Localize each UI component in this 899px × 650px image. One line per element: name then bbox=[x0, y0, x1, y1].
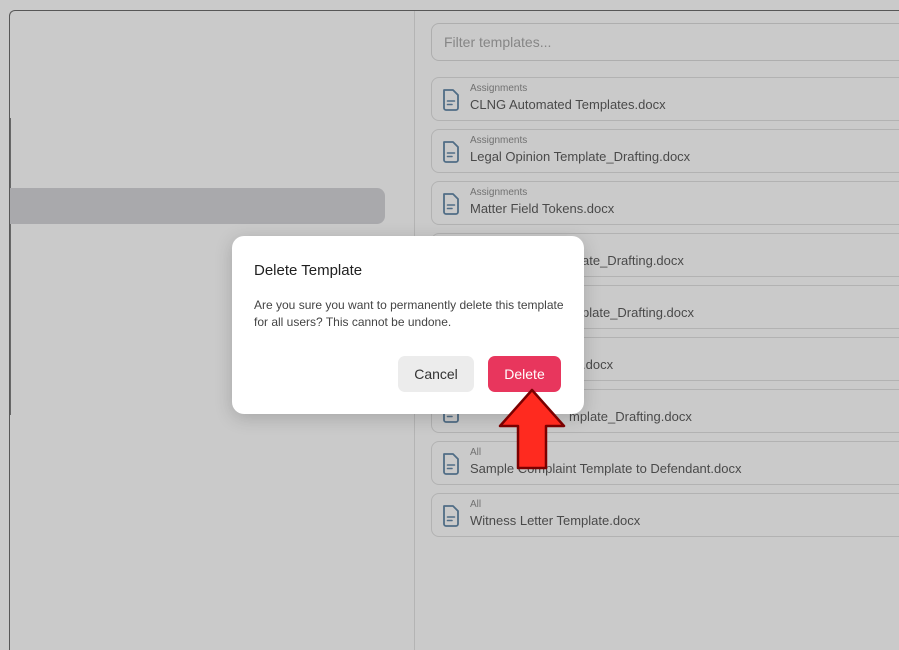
delete-button[interactable]: Delete bbox=[488, 356, 561, 392]
up-arrow-icon bbox=[498, 388, 566, 470]
cancel-button[interactable]: Cancel bbox=[398, 356, 474, 392]
dialog-message: Are you sure you want to permanently del… bbox=[254, 298, 564, 329]
dialog-title: Delete Template bbox=[254, 262, 363, 279]
